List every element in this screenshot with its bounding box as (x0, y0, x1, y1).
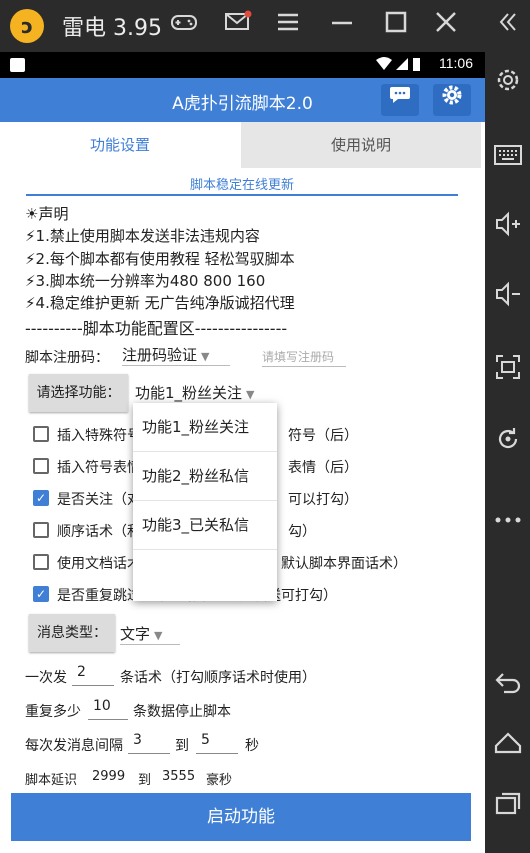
tab-settings[interactable]: 功能设置 (0, 122, 240, 168)
checkbox-label: 顺序话术（和 (57, 524, 141, 540)
feature-select-value: 功能1_粉丝关注 (135, 384, 243, 402)
message-type-value: 文字 (120, 625, 151, 643)
status-icons (375, 56, 423, 76)
status-bar: 11:06 (0, 52, 485, 78)
reg-code-label: 脚本注册码： (25, 350, 109, 366)
gamepad-icon[interactable] (168, 10, 200, 42)
checkbox[interactable] (33, 458, 49, 474)
declaration-heading: ☀声明 (25, 205, 69, 223)
interval-to-label: 到 (175, 738, 189, 754)
delay-to-value: 3555 (162, 769, 196, 784)
emulator-sidebar (485, 0, 530, 853)
keyboard-icon[interactable] (485, 138, 530, 182)
checkbox-label-tail: 符号（后） (288, 428, 358, 444)
notification-icon (10, 58, 25, 72)
fullscreen-icon[interactable] (485, 353, 530, 397)
delay-label: 脚本延识 (25, 773, 78, 788)
emulator-window: ↄ 雷电 3.95 11:06 A虎扑引流脚本2.0 功能设置 使用说明 脚本稳… (0, 0, 530, 853)
config-section-title: ----------脚本功能配置区---------------- (25, 319, 288, 338)
repeat-suffix: 条数据停止脚本 (133, 704, 231, 720)
send-once-suffix: 条话术（打勾顺序话术时使用） (120, 670, 316, 686)
declaration-line: ⚡2.每个脚本都有使用教程 轻松驾驭脚本 (25, 250, 295, 268)
interval-from-input[interactable]: 3 (128, 732, 170, 754)
interval-label: 每次发消息间隔 (25, 738, 123, 754)
send-once-label: 一次发 (25, 670, 67, 686)
app-bar: A虎扑引流脚本2.0 (0, 78, 485, 122)
checkbox-checked[interactable]: ✓ (33, 490, 49, 506)
emulator-title: 雷电 3.95 (62, 16, 162, 41)
close-icon[interactable] (430, 10, 462, 42)
declaration-line: ⚡3.脚本统一分辨率为480 800 160 (25, 272, 266, 290)
emulator-titlebar: ↄ 雷电 3.95 (0, 0, 485, 52)
interval-unit: 秒 (245, 738, 259, 754)
dropdown-option[interactable]: 功能3_已关私信 (133, 501, 277, 550)
recent-apps-icon[interactable] (485, 788, 530, 832)
checkbox[interactable] (33, 522, 49, 538)
collapse-icon[interactable] (485, 6, 530, 50)
checkbox-label: 是否关注（对 (57, 492, 141, 508)
declaration-line: ⚡1.禁止使用脚本发送非法违规内容 (25, 227, 260, 245)
settings-icon[interactable] (485, 66, 530, 110)
start-button[interactable]: 启动功能 (11, 793, 471, 841)
mail-icon[interactable] (222, 10, 254, 42)
checkbox[interactable] (33, 426, 49, 442)
dropdown-arrow-icon: ▼ (154, 629, 163, 642)
checkbox-label-tail: 表情（后） (288, 460, 358, 476)
rotate-icon[interactable] (485, 425, 530, 469)
checkbox-checked[interactable]: ✓ (33, 586, 49, 602)
checkbox-label-tail: 可以打勾） (288, 492, 358, 508)
tab-bar: 功能设置 使用说明 (0, 122, 485, 168)
repeat-input[interactable]: 10 (88, 698, 128, 720)
back-icon[interactable] (485, 666, 530, 710)
reg-code-select[interactable]: 注册码验证 ▼ (122, 344, 230, 366)
reg-code-input[interactable]: 请填写注册码 (262, 348, 346, 367)
reg-code-placeholder: 请填写注册码 (262, 350, 335, 364)
status-time: 11:06 (439, 55, 473, 71)
feature-dropdown-menu: 功能1_粉丝关注 功能2_粉丝私信 功能3_已关私信 (133, 403, 277, 601)
more-icon[interactable] (485, 497, 530, 541)
declaration-line: ⚡4.稳定维护更新 无广告纯净版诚招代理 (25, 294, 295, 312)
volume-down-icon[interactable] (485, 280, 530, 324)
volume-up-icon[interactable] (485, 210, 530, 254)
home-icon[interactable] (485, 727, 530, 771)
settings-gear-icon[interactable] (433, 84, 471, 116)
minimize-icon[interactable] (326, 10, 358, 42)
dropdown-option[interactable]: 功能1_粉丝关注 (133, 403, 277, 452)
maximize-icon[interactable] (380, 10, 412, 42)
dropdown-arrow-icon: ▼ (201, 350, 210, 363)
checkbox-label-tail: 勾） (288, 524, 316, 540)
notice-divider (26, 194, 458, 196)
menu-icon[interactable] (272, 10, 304, 42)
android-screen: 11:06 A虎扑引流脚本2.0 功能设置 使用说明 脚本稳定在线更新 ☀声明 … (0, 52, 485, 853)
tab-instructions[interactable]: 使用说明 (241, 122, 481, 168)
interval-to-input[interactable]: 5 (196, 732, 238, 754)
send-once-input[interactable]: 2 (72, 664, 114, 686)
chat-icon[interactable] (381, 84, 419, 116)
reg-code-select-value: 注册码验证 (122, 346, 198, 364)
emulator-logo-icon: ↄ (10, 9, 44, 43)
message-type-button[interactable]: 消息类型： (29, 614, 115, 652)
delay-from-value: 2999 (92, 769, 126, 784)
update-notice: 脚本稳定在线更新 (189, 178, 294, 193)
message-type-select[interactable]: 文字 ▼ (120, 623, 180, 645)
checkbox-label: 插入符号表情 (57, 460, 141, 476)
repeat-label: 重复多少 (25, 704, 81, 720)
checkbox[interactable] (33, 554, 49, 570)
dropdown-option[interactable]: 功能2_粉丝私信 (133, 452, 277, 501)
dropdown-arrow-icon: ▼ (246, 388, 255, 401)
checkbox-label: 插入特殊符号 (57, 428, 141, 444)
delay-unit: 豪秒 (206, 773, 233, 788)
delay-to-label: 到 (138, 773, 152, 788)
select-feature-button[interactable]: 请选择功能： (29, 374, 128, 412)
feature-select[interactable]: 功能1_粉丝关注 ▼ (135, 382, 273, 404)
